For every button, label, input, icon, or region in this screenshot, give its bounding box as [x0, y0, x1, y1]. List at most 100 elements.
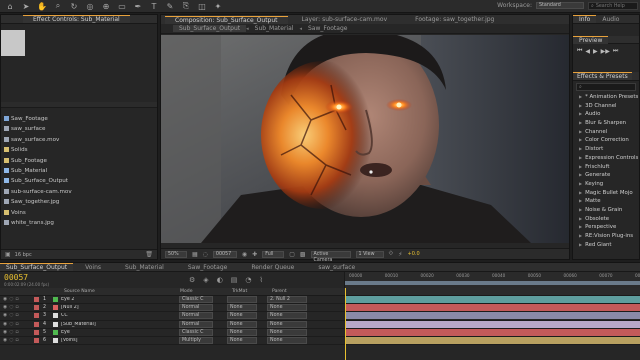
- layer-mode-select[interactable]: Classic C: [179, 328, 213, 336]
- selection-tool-icon[interactable]: ➤: [20, 0, 32, 12]
- resolution-select[interactable]: Full: [262, 250, 285, 258]
- effects-category-item[interactable]: ▶ Color Correction: [573, 136, 639, 145]
- list-item[interactable]: sub-surface-cam.mov: [1, 187, 157, 197]
- layer-switches[interactable]: ◉ ◌ ▫: [0, 313, 34, 318]
- layer-duration-bar[interactable]: [345, 312, 640, 320]
- eye-icon[interactable]: ◉: [3, 338, 7, 343]
- expand-triangle-icon[interactable]: ▶: [579, 94, 582, 99]
- puppet-tool-icon[interactable]: ✦: [212, 0, 224, 12]
- next-frame-icon[interactable]: ▶▶: [601, 48, 610, 55]
- frame-blending-icon[interactable]: ▤: [231, 276, 238, 284]
- list-item[interactable]: Saw_together.jpg: [1, 197, 157, 207]
- expand-triangle-icon[interactable]: ▶: [579, 242, 582, 247]
- effects-category-item[interactable]: ▶ Noise & Grain: [573, 206, 639, 215]
- layer-parent-select[interactable]: None: [267, 328, 307, 336]
- column-parent[interactable]: Parent: [272, 289, 332, 294]
- tab-sub-surface-output[interactable]: Sub_Surface_Output: [173, 25, 247, 32]
- magnification-select[interactable]: 50%: [165, 250, 187, 258]
- expand-triangle-icon[interactable]: ▶: [579, 190, 582, 195]
- layer-trkmat-select[interactable]: [227, 296, 257, 304]
- tab-sub-material[interactable]: Sub_Material: [113, 264, 176, 271]
- graph-editor-icon[interactable]: ⌇: [260, 276, 263, 284]
- lock-icon[interactable]: ▫: [15, 330, 18, 335]
- layer-row[interactable]: ◉ ◌ ▫ 3 CC Normal None None: [0, 312, 640, 321]
- last-frame-icon[interactable]: ⏭: [613, 47, 618, 55]
- snapshot-icon[interactable]: ◉: [242, 251, 247, 258]
- exposure-value[interactable]: +0.0: [408, 251, 420, 257]
- play-icon[interactable]: ▶: [593, 48, 598, 55]
- workspace-select[interactable]: Standard: [536, 2, 584, 9]
- list-item[interactable]: Sub_Footage: [1, 156, 157, 166]
- effects-category-item[interactable]: ▶ Blur & Sharpen: [573, 119, 639, 128]
- layer-trkmat-select[interactable]: None: [227, 328, 257, 336]
- layer-mode-select[interactable]: Multiply: [179, 337, 213, 345]
- mask-visibility-icon[interactable]: ◌: [203, 251, 208, 258]
- list-item[interactable]: Voins: [1, 208, 157, 218]
- eye-icon[interactable]: ◉: [3, 313, 7, 318]
- tab-footage[interactable]: Footage: saw_together.jpg: [401, 16, 508, 23]
- effects-category-item[interactable]: ▶ Expression Controls: [573, 154, 639, 163]
- time-ruler[interactable]: 00000 00010 00020 00030 00040 00050 00060 00070…: [344, 272, 640, 288]
- expand-triangle-icon[interactable]: ▶: [579, 181, 582, 186]
- effects-category-item[interactable]: ▶ Red Giant: [573, 241, 639, 250]
- layer-row[interactable]: ◉ ◌ ▫ 6 [Voins] Multiply None None: [0, 337, 640, 346]
- trash-icon[interactable]: 🗑: [145, 251, 153, 258]
- zoom-tool-icon[interactable]: ⌕: [52, 0, 64, 12]
- layer-mode-select[interactable]: Normal: [179, 304, 213, 312]
- list-item[interactable]: Saw_Footage: [1, 114, 157, 124]
- safe-margins-icon[interactable]: ▦: [192, 251, 198, 258]
- effects-category-item[interactable]: ▶ Perspective: [573, 223, 639, 232]
- list-item[interactable]: Solids: [1, 145, 157, 155]
- layer-switches[interactable]: ◉ ◌ ▫: [0, 297, 34, 302]
- layer-label-color[interactable]: [34, 321, 39, 327]
- lock-icon[interactable]: ▫: [15, 297, 18, 302]
- expand-triangle-icon[interactable]: ▶: [579, 207, 582, 212]
- camera-select[interactable]: Active Camera: [310, 250, 351, 263]
- layer-parent-select[interactable]: None: [267, 312, 307, 320]
- eraser-tool-icon[interactable]: ◫: [196, 0, 208, 12]
- composition-frame[interactable]: [161, 35, 569, 243]
- list-item[interactable]: saw_surface: [1, 124, 157, 134]
- effects-category-item[interactable]: ▶ Matte: [573, 197, 639, 206]
- layer-duration-bar[interactable]: [345, 328, 640, 336]
- effects-category-item[interactable]: ▶ Generate: [573, 171, 639, 180]
- clone-tool-icon[interactable]: ⎘: [180, 0, 192, 12]
- eye-icon[interactable]: ◉: [3, 305, 7, 310]
- audio-icon[interactable]: ◌: [9, 338, 13, 343]
- expand-triangle-icon[interactable]: ▶: [579, 216, 582, 221]
- expand-triangle-icon[interactable]: ▶: [579, 137, 582, 142]
- expand-triangle-icon[interactable]: ▶: [579, 198, 582, 203]
- audio-icon[interactable]: ◌: [9, 322, 13, 327]
- audio-icon[interactable]: ◌: [9, 313, 13, 318]
- column-trkmat[interactable]: TrkMat: [232, 289, 272, 294]
- prev-frame-icon[interactable]: ◀: [585, 48, 590, 55]
- home-icon[interactable]: ⌂: [4, 0, 16, 12]
- fast-previews-icon[interactable]: ⚡: [398, 251, 402, 258]
- effects-category-item[interactable]: ▶ Channel: [573, 128, 639, 137]
- expand-triangle-icon[interactable]: ▶: [579, 103, 582, 108]
- column-source-name[interactable]: Source Name: [64, 289, 180, 294]
- timeline-timecode[interactable]: 00057: [4, 273, 49, 282]
- eye-icon[interactable]: ◉: [3, 297, 7, 302]
- layer-trkmat-select[interactable]: None: [227, 304, 257, 312]
- work-area-bar[interactable]: [345, 281, 640, 285]
- layer-row[interactable]: ◉ ◌ ▫ 1 Eye 2 Classic C 2. Null 2: [0, 296, 640, 305]
- pan-behind-tool-icon[interactable]: ⊕: [100, 0, 112, 12]
- layer-label-color[interactable]: [34, 297, 39, 303]
- layer-name[interactable]: [Voins]: [61, 338, 179, 343]
- layer-parent-select[interactable]: None: [267, 320, 307, 328]
- audio-icon[interactable]: ◌: [9, 330, 13, 335]
- layer-switches[interactable]: ◉ ◌ ▫: [0, 305, 34, 310]
- brush-tool-icon[interactable]: ✎: [164, 0, 176, 12]
- effects-category-item[interactable]: ▶ Keying: [573, 180, 639, 189]
- effects-search-field[interactable]: ⌕: [576, 83, 636, 91]
- effects-category-item[interactable]: ▶ Frischluft: [573, 163, 639, 172]
- current-time-display[interactable]: 00057: [212, 250, 237, 258]
- expand-triangle-icon[interactable]: ▶: [579, 164, 582, 169]
- hand-tool-icon[interactable]: ✋: [36, 0, 48, 12]
- first-frame-icon[interactable]: ⏮: [577, 47, 582, 55]
- layer-duration-bar[interactable]: [345, 337, 640, 345]
- playhead[interactable]: [345, 288, 346, 360]
- layer-switches[interactable]: ◉ ◌ ▫: [0, 338, 34, 343]
- layer-name[interactable]: Eye: [61, 330, 179, 335]
